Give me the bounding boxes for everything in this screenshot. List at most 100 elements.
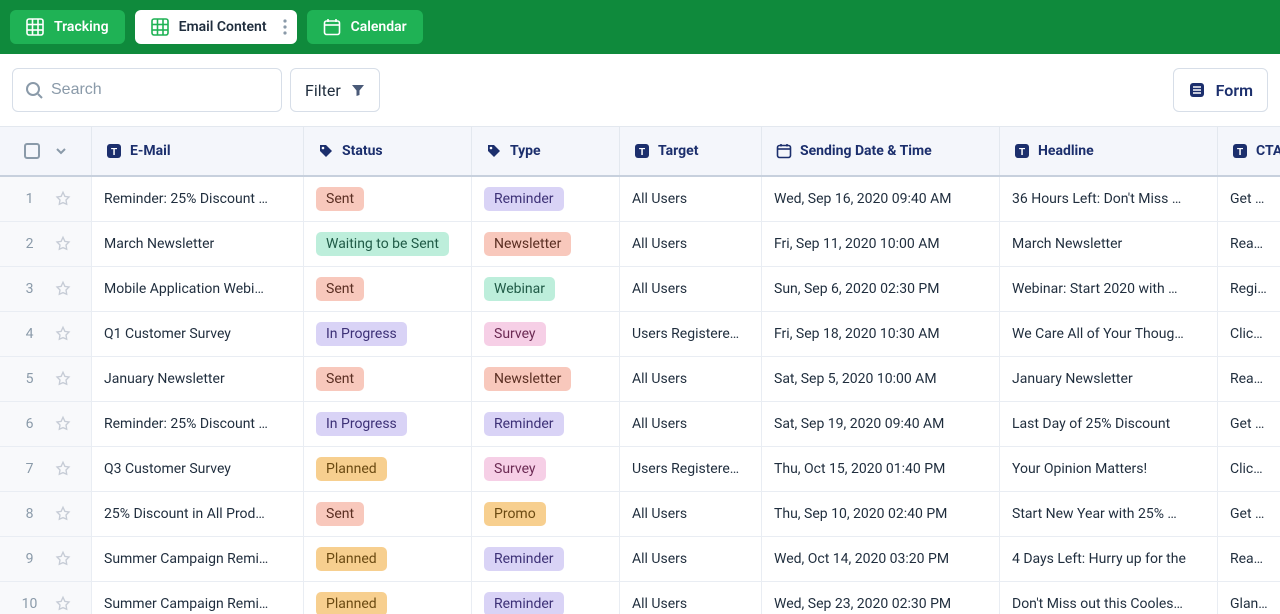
cell-status[interactable]: Sent xyxy=(304,492,472,536)
cell-cta[interactable]: Get 25 xyxy=(1218,492,1280,536)
cell-date[interactable]: Sat, Sep 5, 2020 10:00 AM xyxy=(762,357,1000,401)
cell-email[interactable]: March Newsletter xyxy=(92,222,304,266)
cell-email[interactable]: Q1 Customer Survey xyxy=(92,312,304,356)
cell-headline[interactable]: March Newsletter xyxy=(1000,222,1218,266)
cell-status[interactable]: In Progress xyxy=(304,312,472,356)
header-type[interactable]: Type xyxy=(472,127,620,175)
cell-target[interactable]: All Users xyxy=(620,402,762,446)
cell-cta[interactable]: Click H xyxy=(1218,447,1280,491)
tab-calendar[interactable]: Calendar xyxy=(307,10,423,44)
cell-date[interactable]: Wed, Oct 14, 2020 03:20 PM xyxy=(762,537,1000,581)
select-all-checkbox[interactable] xyxy=(24,143,40,159)
cell-date[interactable]: Sun, Sep 6, 2020 02:30 PM xyxy=(762,267,1000,311)
header-cta[interactable]: T CTA xyxy=(1218,127,1280,175)
header-date[interactable]: Sending Date & Time xyxy=(762,127,1000,175)
star-icon[interactable] xyxy=(54,460,72,478)
cell-target[interactable]: All Users xyxy=(620,267,762,311)
cell-target[interactable]: Users Registere… xyxy=(620,312,762,356)
cell-status[interactable]: Planned xyxy=(304,537,472,581)
cell-headline[interactable]: Don't Miss out this Cooles… xyxy=(1000,582,1218,614)
table-row[interactable]: 9Summer Campaign Remi…PlannedReminderAll… xyxy=(0,537,1280,582)
form-button[interactable]: Form xyxy=(1173,68,1268,112)
cell-type[interactable]: Newsletter xyxy=(472,222,620,266)
table-row[interactable]: 4Q1 Customer SurveyIn ProgressSurveyUser… xyxy=(0,312,1280,357)
tab-email-content[interactable]: Email Content xyxy=(135,10,297,44)
star-icon[interactable] xyxy=(54,325,72,343)
cell-type[interactable]: Survey xyxy=(472,447,620,491)
cell-status[interactable]: Planned xyxy=(304,447,472,491)
star-icon[interactable] xyxy=(54,550,72,568)
cell-target[interactable]: All Users xyxy=(620,492,762,536)
cell-cta[interactable]: Get Yo xyxy=(1218,177,1280,221)
cell-cta[interactable]: Read M xyxy=(1218,357,1280,401)
cell-headline[interactable]: 4 Days Left: Hurry up for the xyxy=(1000,537,1218,581)
table-row[interactable]: 6Reminder: 25% Discount …In ProgressRemi… xyxy=(0,402,1280,447)
cell-status[interactable]: Planned xyxy=(304,582,472,614)
header-target[interactable]: T Target xyxy=(620,127,762,175)
cell-status[interactable]: Sent xyxy=(304,267,472,311)
cell-target[interactable]: All Users xyxy=(620,222,762,266)
cell-headline[interactable]: Your Opinion Matters! xyxy=(1000,447,1218,491)
cell-headline[interactable]: 36 Hours Left: Don't Miss … xyxy=(1000,177,1218,221)
header-status[interactable]: Status xyxy=(304,127,472,175)
star-icon[interactable] xyxy=(54,415,72,433)
cell-date[interactable]: Wed, Sep 16, 2020 09:40 AM xyxy=(762,177,1000,221)
cell-email[interactable]: Reminder: 25% Discount … xyxy=(92,177,304,221)
filter-button[interactable]: Filter xyxy=(290,68,380,112)
cell-status[interactable]: Sent xyxy=(304,177,472,221)
cell-cta[interactable]: Click H xyxy=(1218,312,1280,356)
cell-email[interactable]: Summer Campaign Remi… xyxy=(92,537,304,581)
cell-email[interactable]: January Newsletter xyxy=(92,357,304,401)
cell-type[interactable]: Newsletter xyxy=(472,357,620,401)
cell-email[interactable]: Summer Campaign Remi… xyxy=(92,582,304,614)
table-row[interactable]: 7Q3 Customer SurveyPlannedSurveyUsers Re… xyxy=(0,447,1280,492)
cell-date[interactable]: Fri, Sep 18, 2020 10:30 AM xyxy=(762,312,1000,356)
cell-type[interactable]: Reminder xyxy=(472,537,620,581)
star-icon[interactable] xyxy=(54,280,72,298)
cell-date[interactable]: Thu, Oct 15, 2020 01:40 PM xyxy=(762,447,1000,491)
cell-date[interactable]: Sat, Sep 19, 2020 09:40 AM xyxy=(762,402,1000,446)
cell-cta[interactable]: Get Yo xyxy=(1218,402,1280,446)
table-row[interactable]: 2March NewsletterWaiting to be SentNewsl… xyxy=(0,222,1280,267)
cell-date[interactable]: Fri, Sep 11, 2020 10:00 AM xyxy=(762,222,1000,266)
table-row[interactable]: 1Reminder: 25% Discount …SentReminderAll… xyxy=(0,177,1280,222)
star-icon[interactable] xyxy=(54,505,72,523)
cell-email[interactable]: Mobile Application Webi… xyxy=(92,267,304,311)
table-row[interactable]: 5January NewsletterSentNewsletterAll Use… xyxy=(0,357,1280,402)
tab-tracking[interactable]: Tracking xyxy=(10,10,125,44)
cell-type[interactable]: Reminder xyxy=(472,582,620,614)
cell-target[interactable]: All Users xyxy=(620,177,762,221)
star-icon[interactable] xyxy=(54,595,72,613)
cell-type[interactable]: Promo xyxy=(472,492,620,536)
cell-headline[interactable]: Last Day of 25% Discount xyxy=(1000,402,1218,446)
cell-cta[interactable]: Read M xyxy=(1218,222,1280,266)
cell-date[interactable]: Wed, Sep 23, 2020 02:30 PM xyxy=(762,582,1000,614)
cell-target[interactable]: All Users xyxy=(620,537,762,581)
cell-type[interactable]: Reminder xyxy=(472,177,620,221)
cell-headline[interactable]: Webinar: Start 2020 with … xyxy=(1000,267,1218,311)
search-input[interactable] xyxy=(51,81,269,99)
chevron-down-icon[interactable] xyxy=(54,144,68,158)
cell-email[interactable]: Q3 Customer Survey xyxy=(92,447,304,491)
star-icon[interactable] xyxy=(54,370,72,388)
cell-status[interactable]: In Progress xyxy=(304,402,472,446)
cell-status[interactable]: Sent xyxy=(304,357,472,401)
header-headline[interactable]: T Headline xyxy=(1000,127,1218,175)
cell-type[interactable]: Webinar xyxy=(472,267,620,311)
cell-cta[interactable]: Registe xyxy=(1218,267,1280,311)
cell-headline[interactable]: January Newsletter xyxy=(1000,357,1218,401)
cell-type[interactable]: Reminder xyxy=(472,402,620,446)
cell-headline[interactable]: Start New Year with 25% … xyxy=(1000,492,1218,536)
cell-target[interactable]: Users Registere… xyxy=(620,447,762,491)
cell-status[interactable]: Waiting to be Sent xyxy=(304,222,472,266)
table-row[interactable]: 825% Discount in All Prod…SentPromoAll U… xyxy=(0,492,1280,537)
table-row[interactable]: 3Mobile Application Webi…SentWebinarAll … xyxy=(0,267,1280,312)
header-email[interactable]: T E-Mail xyxy=(92,127,304,175)
search-field[interactable] xyxy=(12,68,282,112)
cell-email[interactable]: Reminder: 25% Discount … xyxy=(92,402,304,446)
cell-type[interactable]: Survey xyxy=(472,312,620,356)
cell-cta[interactable]: Glance xyxy=(1218,582,1280,614)
cell-cta[interactable]: Read M xyxy=(1218,537,1280,581)
cell-headline[interactable]: We Care All of Your Thoug… xyxy=(1000,312,1218,356)
cell-date[interactable]: Thu, Sep 10, 2020 02:40 PM xyxy=(762,492,1000,536)
